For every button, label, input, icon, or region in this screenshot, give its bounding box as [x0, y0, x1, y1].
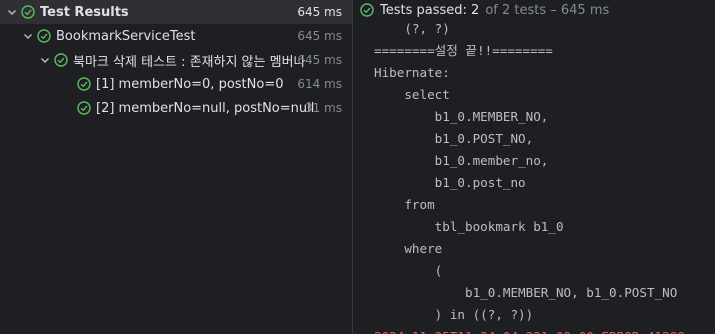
console-line: from — [374, 197, 435, 212]
console-line: b1_0.member_no, — [374, 153, 549, 168]
console-line: (?, ?) — [374, 21, 450, 36]
console-line: ) in ((?, ?)) — [374, 307, 534, 322]
console-line: ========설정 끝!!======== — [374, 43, 553, 58]
test-passed-icon — [36, 28, 52, 44]
tree-time: 645 ms — [297, 29, 342, 43]
tree-row-test-results[interactable]: Test Results 645 ms — [0, 0, 352, 24]
console-line: select — [374, 87, 450, 102]
console-line: b1_0.MEMBER_NO, b1_0.POST_NO — [374, 285, 678, 300]
chevron-down-icon[interactable] — [20, 28, 36, 44]
tree-label: [2] memberNo=null, postNo=null — [96, 100, 315, 116]
tree-label: Test Results — [40, 4, 129, 20]
console-line: ( — [374, 263, 443, 278]
test-passed-icon — [53, 52, 69, 68]
tree-row-suite[interactable]: BookmarkServiceTest 645 ms — [0, 24, 352, 48]
console-line: b1_0.POST_NO, — [374, 131, 534, 146]
console-line: where — [374, 241, 443, 256]
chevron-down-icon[interactable] — [37, 52, 53, 68]
tree-time: 614 ms — [297, 77, 342, 91]
test-passed-icon — [359, 2, 375, 18]
console-error-line: 2024-11-25T11:34:04.321+09:00 ERROR 4128… — [374, 326, 685, 334]
console-output: (?, ?) ========설정 끝!!======== Hibernate:… — [374, 18, 685, 334]
test-passed-icon — [76, 100, 92, 116]
console-line: Hibernate: — [374, 65, 450, 80]
test-passed-icon — [76, 76, 92, 92]
console-line: tbl_bookmark b1_0 — [374, 219, 564, 234]
tests-summary-text: of 2 tests – 645 ms — [485, 2, 610, 18]
console-panel: Tests passed: 2 of 2 tests – 645 ms (?, … — [353, 0, 715, 334]
tree-label: BookmarkServiceTest — [56, 28, 196, 44]
console-line: b1_0.MEMBER_NO, — [374, 109, 549, 124]
test-passed-icon — [20, 4, 36, 20]
tree-row-test-2[interactable]: [2] memberNo=null, postNo=null 31 ms — [0, 96, 352, 120]
test-status-bar: Tests passed: 2 of 2 tests – 645 ms — [359, 0, 609, 20]
tree-time: 31 ms — [304, 101, 342, 115]
tree-time: 645 ms — [297, 53, 342, 67]
tree-row-test-1[interactable]: [1] memberNo=0, postNo=0 614 ms — [0, 72, 352, 96]
tree-label: 북마크 삭제 테스트 : 존재하지 않는 멤버나 — [73, 54, 306, 70]
tree-time: 645 ms — [297, 5, 342, 19]
console-line: b1_0.post_no — [374, 175, 526, 190]
test-tree-panel: Test Results 645 ms BookmarkServiceTest … — [0, 0, 352, 334]
chevron-down-icon[interactable] — [4, 4, 20, 20]
tree-row-group[interactable]: 북마크 삭제 테스트 : 존재하지 않는 멤버나 645 ms — [0, 48, 352, 72]
tree-label: [1] memberNo=0, postNo=0 — [96, 76, 284, 92]
tests-passed-text: Tests passed: 2 — [380, 2, 480, 18]
